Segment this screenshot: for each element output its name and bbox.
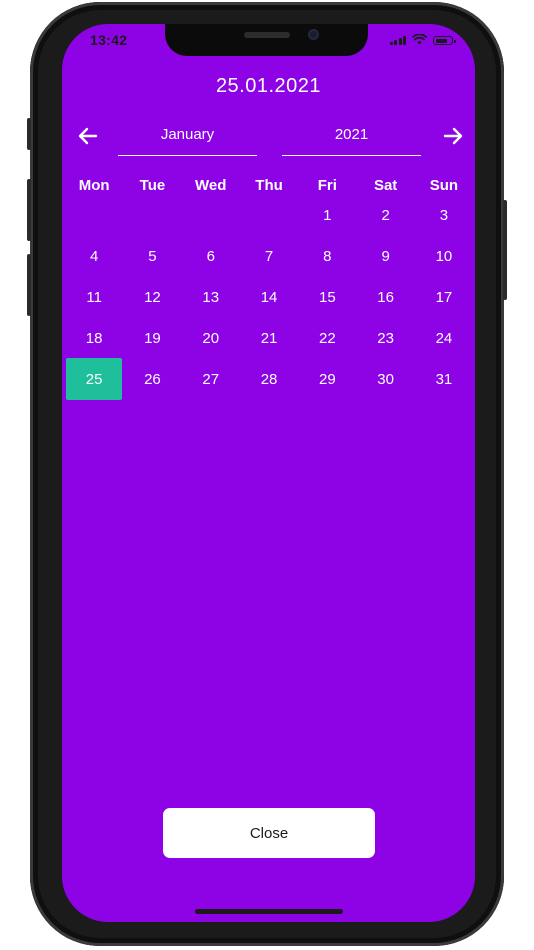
- day-cell[interactable]: 11: [65, 276, 123, 318]
- volume-up-button: [27, 179, 31, 241]
- arrow-right-icon: [443, 127, 463, 145]
- day-cell[interactable]: 2: [356, 194, 414, 236]
- day-cell[interactable]: 29: [298, 358, 356, 400]
- day-cell[interactable]: 3: [415, 194, 473, 236]
- day-cell[interactable]: 9: [356, 235, 414, 277]
- prev-month-button[interactable]: [76, 124, 100, 148]
- weekday-label: Wed: [195, 177, 227, 194]
- weekday-label: Fri: [317, 177, 337, 194]
- day-cell[interactable]: 10: [415, 235, 473, 277]
- day-cell[interactable]: 6: [182, 235, 240, 277]
- calendar-week-row: 25 26 27 28 29 30 31: [65, 358, 473, 400]
- notch: [165, 24, 368, 56]
- status-time: 13:42: [90, 32, 128, 48]
- selected-day-cell[interactable]: 25: [66, 358, 123, 400]
- weekday-label: Sun: [429, 177, 459, 194]
- day-cell[interactable]: 17: [415, 276, 473, 318]
- day-cell[interactable]: 21: [240, 317, 298, 359]
- day-cell[interactable]: 8: [298, 235, 356, 277]
- day-cell[interactable]: 12: [123, 276, 181, 318]
- empty-day-cell: [65, 194, 123, 236]
- battery-icon: [433, 36, 456, 45]
- day-cell[interactable]: 26: [123, 358, 181, 400]
- weekday-header: Mon Tue Wed Thu Fri Sat Sun: [65, 177, 473, 194]
- app-screen: 13:42 25.01.2021 January 2021 Mon Tue We…: [62, 24, 475, 922]
- volume-down-button: [27, 254, 31, 316]
- mute-switch: [27, 118, 31, 150]
- day-cell[interactable]: 13: [182, 276, 240, 318]
- empty-day-cell: [123, 194, 181, 236]
- selected-date-title: 25.01.2021: [215, 75, 322, 97]
- day-cell[interactable]: 20: [182, 317, 240, 359]
- day-cell[interactable]: 7: [240, 235, 298, 277]
- day-cell[interactable]: 30: [356, 358, 414, 400]
- weekday-label: Sat: [373, 177, 398, 194]
- day-cell[interactable]: 24: [415, 317, 473, 359]
- day-cell[interactable]: 1: [298, 194, 356, 236]
- day-cell[interactable]: 31: [415, 358, 473, 400]
- calendar-week-row: 11 12 13 14 15 16 17: [65, 276, 473, 318]
- calendar-week-row: 123: [65, 194, 473, 236]
- day-cell[interactable]: 27: [182, 358, 240, 400]
- next-month-button[interactable]: [441, 124, 465, 148]
- day-cell[interactable]: 18: [65, 317, 123, 359]
- day-cell[interactable]: 4: [65, 235, 123, 277]
- month-select[interactable]: January: [118, 122, 257, 156]
- day-cell[interactable]: 16: [356, 276, 414, 318]
- home-indicator[interactable]: [195, 909, 343, 914]
- weekday-label: Mon: [78, 177, 110, 194]
- weekday-label: Thu: [255, 177, 283, 194]
- arrow-left-icon: [78, 127, 98, 145]
- status-icons: [389, 34, 456, 45]
- day-cell[interactable]: 19: [123, 317, 181, 359]
- day-cell[interactable]: 23: [356, 317, 414, 359]
- wifi-icon: [412, 34, 427, 45]
- day-cell[interactable]: 14: [240, 276, 298, 318]
- front-camera: [308, 29, 319, 40]
- close-button[interactable]: Close: [163, 808, 375, 858]
- empty-day-cell: [240, 194, 298, 236]
- year-select[interactable]: 2021: [282, 122, 421, 156]
- day-cell[interactable]: 22: [298, 317, 356, 359]
- calendar-week-row: 4 5 6 7 8 9 10: [65, 235, 473, 277]
- empty-day-cell: [182, 194, 240, 236]
- day-cell[interactable]: 5: [123, 235, 181, 277]
- speaker-grille: [244, 32, 290, 38]
- day-cell[interactable]: 15: [298, 276, 356, 318]
- power-button: [503, 200, 507, 300]
- day-cell[interactable]: 28: [240, 358, 298, 400]
- calendar-week-row: 18 19 20 21 22 23 24: [65, 317, 473, 359]
- signal-icon: [389, 35, 406, 45]
- weekday-label: Tue: [139, 177, 166, 194]
